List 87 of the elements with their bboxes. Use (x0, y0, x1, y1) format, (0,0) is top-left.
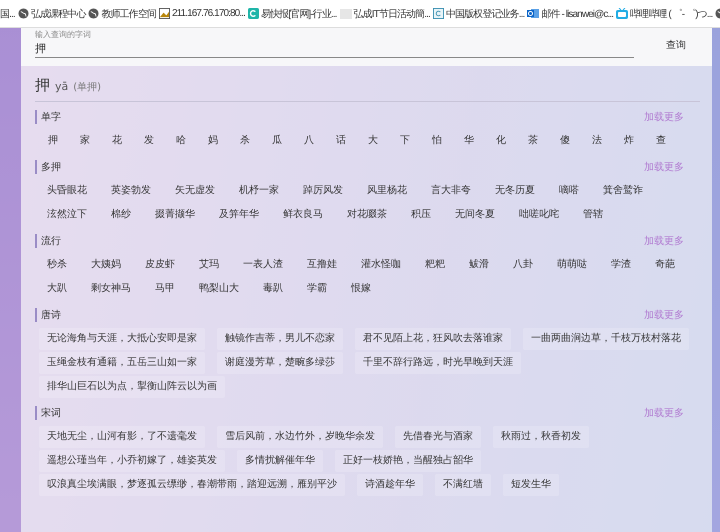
heading-word: 押 (35, 76, 50, 95)
search-bar[interactable]: 输入查询的字词 押 查询 (21, 28, 712, 66)
rhyme-char[interactable]: 妈 (199, 130, 227, 152)
field-label: 输入查询的字词 (35, 30, 91, 40)
image-icon (158, 8, 170, 19)
rhyme-word[interactable]: 踔厉风发 (295, 180, 351, 202)
rhyme-char[interactable]: 话 (327, 130, 355, 152)
section-title: 唐诗 (41, 308, 61, 322)
bookmark-link[interactable]: 教师工作空间 (101, 6, 156, 20)
rhyme-word[interactable]: 鲅滑 (461, 254, 497, 276)
rhyme-word[interactable]: 粑粑 (417, 254, 453, 276)
section-title: 流行 (41, 234, 61, 248)
bookmark-link[interactable]: 中国版权登记业务... (446, 6, 524, 20)
rhyme-word[interactable]: 毒趴 (255, 278, 291, 300)
rhyme-word[interactable]: 鲜衣良马 (275, 204, 331, 226)
section-title: 单字 (41, 110, 61, 124)
rhyme-word[interactable]: 英姿勃发 (103, 180, 159, 202)
rhyme-word[interactable]: 无间冬夏 (447, 204, 503, 226)
rhyme-word[interactable]: 鸭梨山大 (191, 278, 247, 300)
bookmark-link[interactable]: 国... (0, 6, 15, 20)
rhyme-word[interactable]: 机杼一家 (231, 180, 287, 202)
rhyme-word[interactable]: 剩女神马 (83, 278, 139, 300)
section-title: 多押 (41, 161, 61, 174)
bookmark-link[interactable]: 邮件 - lisanwei@c... (541, 6, 614, 20)
rhyme-char[interactable]: 化 (487, 130, 515, 152)
rhyme-char[interactable]: 查 (647, 130, 675, 152)
rhyme-word[interactable]: 八卦 (505, 254, 541, 276)
rhyme-char[interactable]: 法 (583, 130, 611, 152)
rhyme-word[interactable]: 艾玛 (191, 254, 227, 276)
rhyme-word[interactable]: 棉纱 (103, 204, 139, 226)
bookmark-link[interactable]: 弘成课程中心 (30, 6, 86, 20)
rhyme-char[interactable]: 怕 (423, 130, 451, 152)
bookmark-link[interactable]: 易快报[官网]-行业... (260, 6, 337, 20)
rhyme-word[interactable]: 大趴 (39, 278, 75, 300)
rhyme-char[interactable]: 瓜 (263, 130, 291, 152)
bookmark-link[interactable]: 哔哩哔哩 ( ゜- ゜)つ... (630, 6, 712, 20)
rhyme-char[interactable]: 茶 (519, 130, 547, 152)
rhyme-word[interactable]: 皮皮虾 (137, 254, 183, 276)
rhyme-char[interactable]: 下 (391, 130, 419, 152)
rhyme-word[interactable]: 恨嫁 (343, 278, 379, 300)
rhyme-word[interactable]: 言大非夸 (423, 180, 479, 202)
rhyme-char[interactable]: 押 (39, 130, 67, 152)
mail-icon (527, 8, 540, 19)
rhyme-word[interactable]: 风里杨花 (359, 180, 415, 202)
rhyme-word[interactable]: 灌水怪咖 (353, 254, 409, 276)
rhyme-char[interactable]: 家 (71, 130, 99, 152)
rhyme-word[interactable]: 奇葩 (647, 254, 683, 276)
search-button[interactable]: 查询 (654, 28, 698, 56)
rhyme-word[interactable]: 一表人渣 (235, 254, 291, 276)
rhyme-char[interactable]: 华 (455, 130, 483, 152)
rhyme-word[interactable]: 秒杀 (39, 254, 75, 276)
rhyme-word[interactable]: 互撸娃 (299, 254, 345, 276)
rhyme-word[interactable]: 学霸 (299, 278, 335, 300)
rhyme-word[interactable]: 学渣 (603, 254, 639, 276)
rhyme-char[interactable]: 炸 (615, 130, 643, 152)
app-icon (248, 8, 259, 19)
rhyme-char[interactable]: 大 (359, 130, 387, 152)
rhyme-word[interactable]: 矢无虚发 (167, 180, 223, 202)
rhyme-char[interactable]: 杀 (231, 130, 259, 152)
page-icon (340, 8, 352, 18)
rhyme-word[interactable]: 及笄年华 (211, 204, 267, 226)
rhyme-char[interactable]: 傻 (551, 130, 579, 152)
rhyme-word[interactable]: 掇菁撷华 (147, 204, 203, 226)
rhyme-char[interactable]: 发 (135, 130, 163, 152)
section-title: 宋词 (41, 406, 61, 420)
rhyme-word[interactable]: 无冬历夏 (487, 180, 543, 202)
bookmark-link[interactable]: 弘成IT节日活动簡... (354, 6, 430, 20)
rhyme-word[interactable]: 马甲 (147, 278, 183, 300)
rhyme-char[interactable]: 哈 (167, 130, 195, 152)
rhyme-word[interactable]: 嘀嗒 (551, 180, 587, 202)
rhyme-word[interactable]: 泫然泣下 (39, 204, 95, 226)
rhyme-word[interactable]: 头昏眼花 (39, 180, 95, 202)
pinyin: yā (55, 80, 68, 93)
bookmark-link[interactable]: 211.167.76.170:80... (172, 8, 245, 19)
rhyme-word[interactable]: 箕舍鹫诈 (595, 180, 651, 202)
document-icon (432, 8, 444, 19)
rhyme-word[interactable]: 对花啜茶 (339, 204, 395, 226)
rhyme-word[interactable]: 积压 (403, 204, 439, 226)
rhyme-word[interactable]: 管辖 (575, 204, 611, 226)
rhyme-char[interactable]: 花 (103, 130, 131, 152)
tv-icon (616, 8, 628, 19)
rhyme-word[interactable]: 大姨妈 (83, 254, 129, 276)
rhyme-word[interactable]: 萌萌哒 (549, 254, 595, 276)
rhyme-char[interactable]: 八 (295, 130, 323, 152)
rhyme-word[interactable]: 咄嗟叱咤 (511, 204, 567, 226)
rhyme-mode: (单押) (73, 80, 102, 94)
search-field[interactable]: 押 (35, 40, 634, 58)
